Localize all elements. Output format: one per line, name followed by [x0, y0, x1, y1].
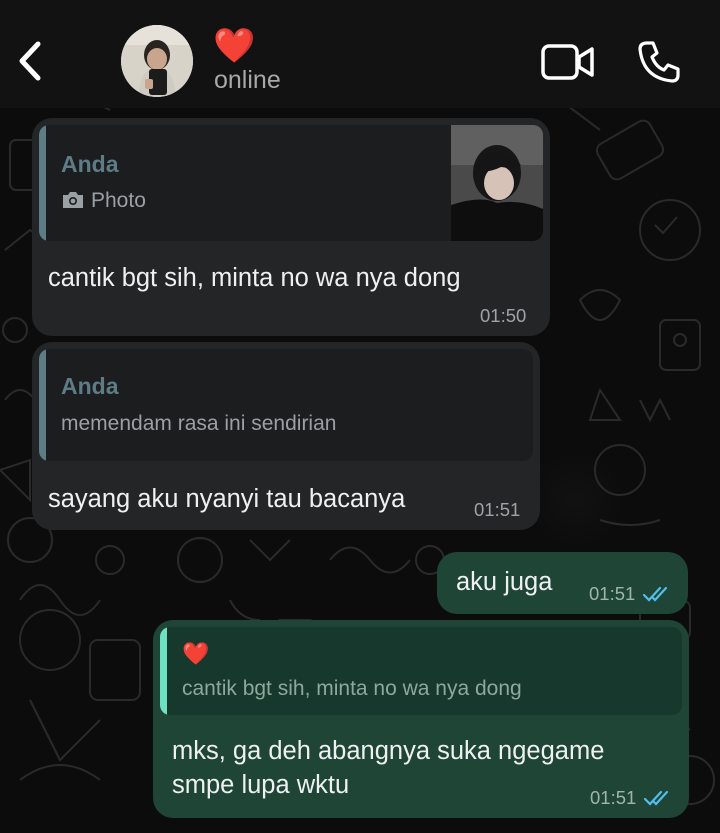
message-text: aku juga	[456, 568, 553, 596]
avatar-photo	[121, 25, 193, 97]
message-bubble-incoming[interactable]: Anda Photo cantik bgt sih, minta no wa n…	[32, 118, 550, 336]
back-chevron-icon	[19, 41, 41, 81]
quote-author: Anda	[61, 373, 119, 399]
message-text: cantik bgt sih, minta no wa nya dong	[48, 264, 461, 292]
read-receipt-icon	[643, 586, 668, 602]
quote-bar	[160, 627, 167, 715]
quoted-text-message[interactable]: Anda memendam rasa ini sendirian	[39, 349, 533, 461]
quote-bar	[39, 125, 46, 241]
message-time: 01:50	[480, 305, 527, 326]
read-receipt-icon	[644, 790, 669, 806]
quote-author: Anda	[61, 151, 119, 177]
quoted-text-message[interactable]: ❤️ cantik bgt sih, minta no wa nya dong	[160, 627, 682, 715]
message-time: 01:51	[474, 499, 521, 520]
message-text-line-2: smpe lupa wktu	[172, 771, 350, 799]
quote-photo-label: Photo	[91, 189, 146, 212]
contact-avatar[interactable]	[121, 25, 193, 97]
message-bubble-incoming[interactable]: Anda memendam rasa ini sendirian sayang …	[32, 342, 540, 530]
quote-author-heart-emoji: ❤️	[182, 641, 210, 666]
back-button[interactable]	[14, 38, 50, 84]
video-call-button[interactable]	[541, 43, 595, 81]
voice-call-button[interactable]	[637, 40, 681, 84]
video-camera-icon	[541, 44, 594, 80]
phone-icon	[638, 41, 680, 83]
quote-bar	[39, 349, 46, 461]
message-bubble-outgoing[interactable]: ❤️ cantik bgt sih, minta no wa nya dong …	[153, 620, 689, 818]
message-time: 01:51	[590, 787, 637, 808]
quoted-photo-message[interactable]: Anda Photo	[39, 125, 543, 241]
contact-status: online	[214, 66, 281, 94]
message-time: 01:51	[589, 583, 636, 604]
message-text-line-1: mks, ga deh abangnya suka ngegame	[172, 737, 605, 765]
quote-text: memendam rasa ini sendirian	[61, 412, 337, 435]
quoted-photo-thumbnail	[451, 125, 543, 241]
contact-name-heart-emoji[interactable]: ❤️	[213, 26, 255, 66]
message-text: sayang aku nyanyi tau bacanya	[48, 485, 406, 513]
photo-thumbnail-image	[451, 125, 543, 241]
quote-text: cantik bgt sih, minta no wa nya dong	[182, 677, 522, 700]
chat-header: ❤️ online	[0, 0, 720, 108]
camera-icon	[63, 192, 83, 208]
message-bubble-outgoing[interactable]: aku juga 01:51	[437, 552, 688, 614]
